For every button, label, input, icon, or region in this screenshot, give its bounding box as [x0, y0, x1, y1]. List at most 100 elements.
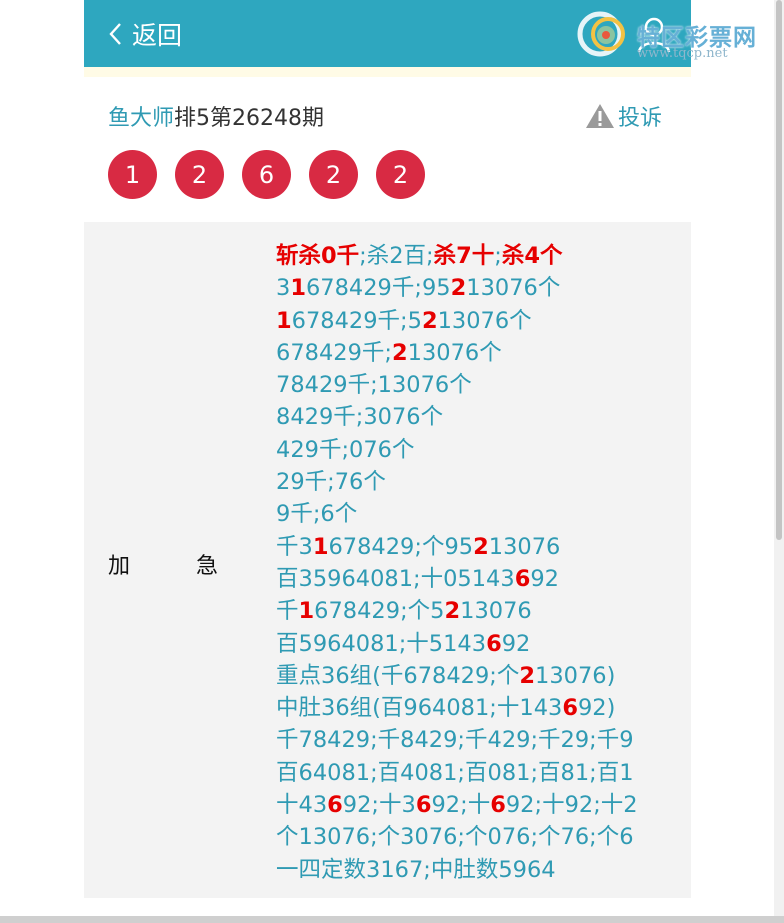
- line-text: 9千;6个: [276, 501, 358, 528]
- highlight-text: 6: [514, 565, 531, 592]
- top-bar: 返回: [84, 0, 691, 67]
- line-text: 3: [276, 275, 291, 302]
- prediction-lines: 斩杀0千;杀2百;杀7十;杀4个 31678429千;95213076个 16784…: [276, 240, 686, 886]
- line-text: 个13076;个3076;个076;个76;个6: [276, 824, 634, 851]
- line-text: 一四定数3167;中肚数5964: [276, 856, 556, 883]
- highlight-text: 6: [415, 792, 432, 819]
- line-text: 429千;076个: [276, 436, 415, 463]
- complain-label: 投诉: [618, 106, 663, 131]
- prediction-line: 斩杀0千;杀2百;杀7十;杀4个: [276, 240, 686, 272]
- line-text: 13076个: [407, 339, 502, 366]
- prediction-line: 678429千;213076个: [276, 337, 686, 369]
- line-text: 千: [276, 598, 299, 625]
- line-text: 十43: [276, 792, 328, 819]
- category-label: 加 急: [108, 548, 218, 580]
- highlight-text: 2: [421, 307, 438, 334]
- prediction-line: 1678429千;5213076个: [276, 305, 686, 337]
- prediction-box: 加 急 斩杀0千;杀2百;杀7十;杀4个 31678429千;95213076个 1…: [84, 222, 691, 898]
- highlight-text: 1: [298, 598, 315, 625]
- highlight-text: 杀7十: [433, 243, 495, 269]
- prediction-line: 十43692;十3692;十692;十92;十2: [276, 789, 686, 821]
- category-label-part: 加: [108, 554, 131, 579]
- line-text: 92;十: [431, 792, 491, 819]
- line-text: 678429千;5: [291, 307, 422, 334]
- line-text: 13076: [488, 533, 561, 560]
- warning-icon: [586, 104, 614, 128]
- prediction-line: 9千;6个: [276, 498, 686, 530]
- bottom-border: [0, 916, 784, 923]
- line-text: 百5964081;十5143: [276, 630, 487, 657]
- category-label-part: 急: [195, 554, 218, 579]
- highlight-text: 1: [290, 275, 306, 302]
- highlight-text: 2: [519, 662, 536, 689]
- line-text: 78429千;13076个: [276, 372, 472, 399]
- number-ball: 6: [242, 150, 291, 199]
- line-text: 92: [501, 630, 531, 657]
- prediction-line: 千31678429;个95213076: [276, 531, 686, 563]
- number-ball: 2: [175, 150, 224, 199]
- line-text: 13076个: [466, 275, 561, 302]
- highlight-text: 1: [276, 307, 292, 334]
- author-link[interactable]: 鱼大师: [108, 106, 174, 131]
- number-ball: 2: [376, 150, 425, 199]
- line-text: 13076): [535, 662, 616, 689]
- prediction-line: 31678429千;95213076个: [276, 272, 686, 304]
- number-ball: 2: [309, 150, 358, 199]
- line-text: 13076: [460, 598, 532, 625]
- draw-numbers: 1 2 6 2 2: [108, 150, 443, 199]
- issue-text: 排5第26248期: [174, 106, 324, 131]
- prediction-line: 中肚36组(百964081;十143692): [276, 692, 686, 724]
- prediction-line: 千78429;千8429;千429;千29;千9: [276, 724, 686, 756]
- lottery-logo-icon: [577, 11, 625, 57]
- line-text: 千3: [276, 533, 313, 560]
- issue-title: 鱼大师排5第26248期: [108, 100, 324, 132]
- highlight-text: 斩杀0千: [276, 243, 360, 269]
- line-text: 百35964081;十05143: [276, 565, 515, 592]
- highlight-text: 2: [444, 598, 461, 625]
- line-text: 中肚36组(百964081;十143: [276, 695, 563, 722]
- line-text: ;杀2百;: [359, 243, 434, 269]
- highlight-text: 杀4个: [501, 243, 563, 269]
- prediction-line: 重点36组(千678429;个213076): [276, 660, 686, 692]
- prediction-line: 百64081;百4081;百081;百81;百1: [276, 757, 686, 789]
- prediction-line: 百35964081;十05143692: [276, 563, 686, 595]
- line-text: ;: [494, 243, 502, 269]
- notice-strip: [84, 67, 691, 77]
- line-text: 92: [530, 565, 559, 592]
- line-text: 重点36组(千678429;个: [276, 662, 520, 689]
- prediction-line: 百5964081;十5143692: [276, 628, 686, 660]
- highlight-text: 6: [490, 792, 506, 819]
- highlight-text: 6: [562, 695, 578, 722]
- highlight-text: 6: [486, 630, 502, 657]
- line-text: 678429;个95: [328, 533, 474, 560]
- prediction-line: 8429千;3076个: [276, 401, 686, 433]
- back-label: 返回: [132, 21, 183, 50]
- line-text: 678429千;: [276, 339, 392, 366]
- highlight-text: 1: [312, 533, 329, 560]
- prediction-line: 78429千;13076个: [276, 369, 686, 401]
- line-text: 百64081;百4081;百081;百81;百1: [276, 759, 634, 786]
- highlight-text: 2: [450, 275, 467, 302]
- number-ball: 1: [108, 150, 157, 199]
- line-text: 92): [577, 695, 616, 722]
- line-text: 29千;76个: [276, 469, 386, 496]
- highlight-text: 6: [327, 792, 343, 819]
- complain-button[interactable]: 投诉: [584, 100, 662, 132]
- line-text: 92;十3: [342, 792, 416, 819]
- chevron-left-icon: [109, 23, 121, 45]
- line-text: 678429;个5: [314, 598, 445, 625]
- prediction-line: 个13076;个3076;个076;个76;个6: [276, 821, 686, 853]
- highlight-text: 2: [473, 533, 489, 560]
- watermark-url: www.tqcp.net: [637, 46, 728, 61]
- line-text: 千78429;千8429;千429;千29;千9: [276, 727, 634, 754]
- line-text: 92;十92;十2: [505, 792, 638, 819]
- line-text: 8429千;3076个: [276, 404, 444, 431]
- line-text: 678429千;95: [305, 275, 451, 302]
- highlight-text: 2: [391, 339, 408, 366]
- line-text: 13076个: [437, 307, 532, 334]
- prediction-line: 一四定数3167;中肚数5964: [276, 854, 686, 886]
- back-button[interactable]: 返回: [106, 16, 182, 52]
- scrollbar-thumb[interactable]: [776, 0, 782, 540]
- prediction-line: 29千;76个: [276, 466, 686, 498]
- prediction-line: 429千;076个: [276, 434, 686, 466]
